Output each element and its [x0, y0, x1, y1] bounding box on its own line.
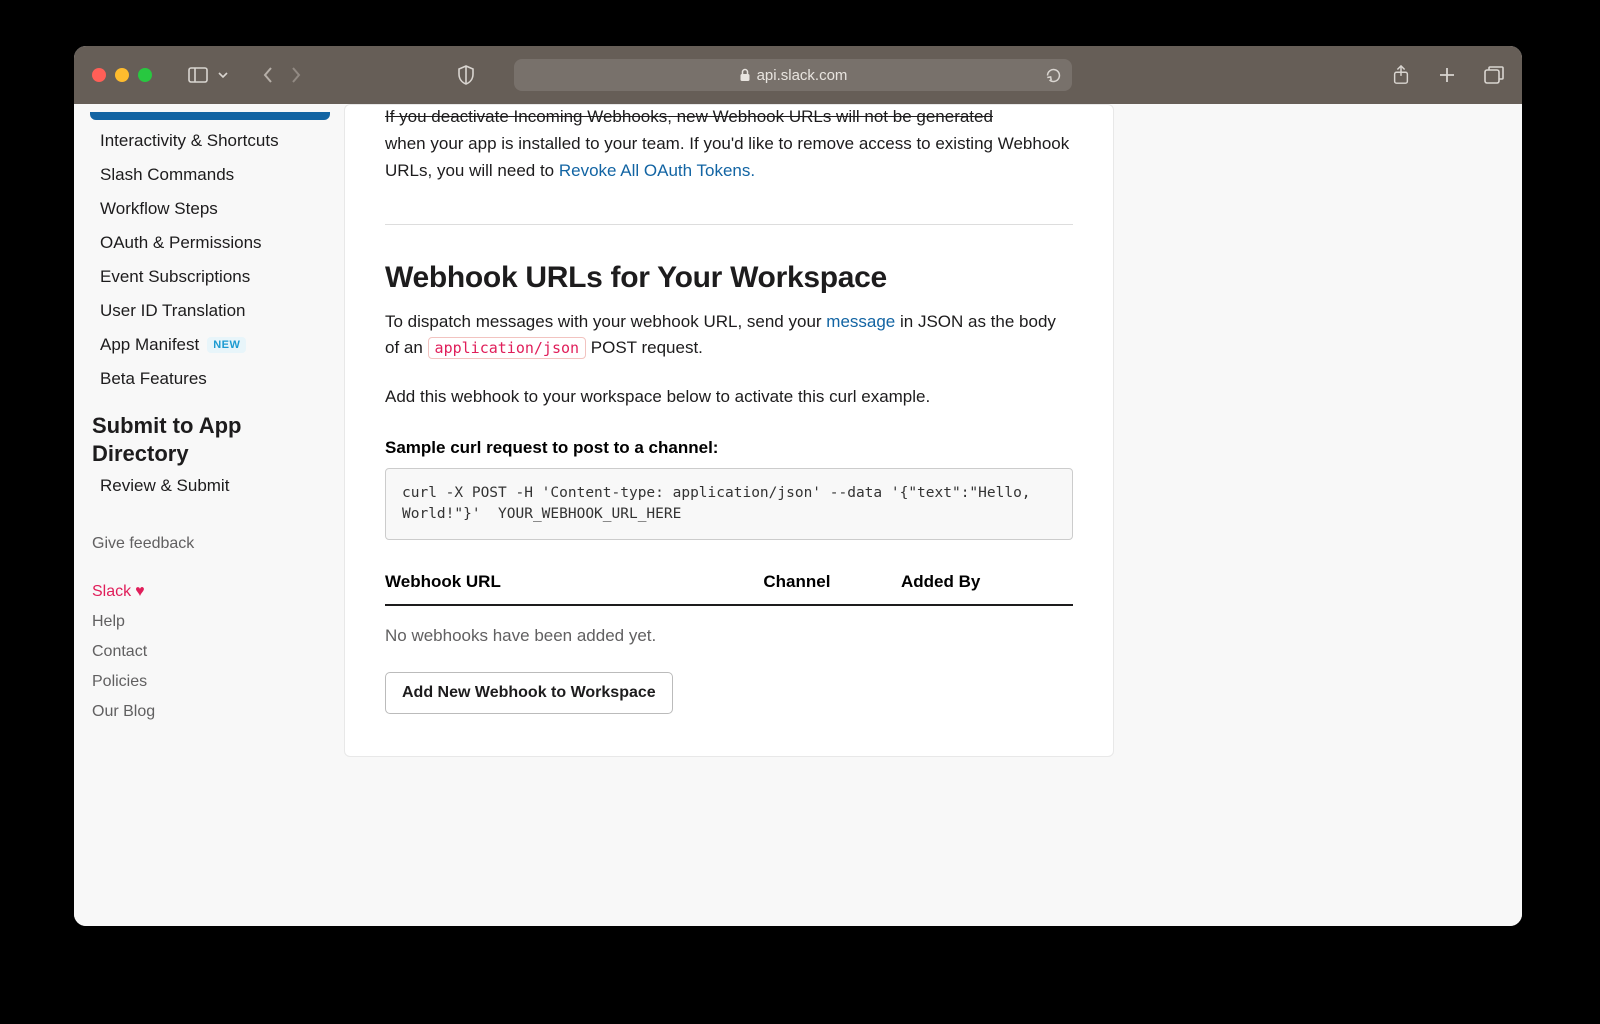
give-feedback-link[interactable]: Give feedback: [90, 531, 344, 557]
page-content: Interactivity & Shortcuts Slash Commands…: [74, 104, 1522, 926]
forward-button[interactable]: [290, 66, 302, 84]
address-bar[interactable]: api.slack.com: [514, 59, 1072, 91]
content-card: If you deactivate Incoming Webhooks, new…: [344, 104, 1114, 757]
heart-icon: ♥: [135, 583, 145, 601]
curl-code-block[interactable]: curl -X POST -H 'Content-type: applicati…: [385, 468, 1073, 540]
activate-note: Add this webhook to your workspace below…: [385, 384, 1073, 410]
col-added-by: Added By: [901, 572, 1073, 605]
policies-link[interactable]: Policies: [90, 669, 344, 695]
contact-link[interactable]: Contact: [90, 639, 344, 665]
sidebar-item-label: OAuth & Permissions: [100, 233, 262, 253]
section-heading: Webhook URLs for Your Workspace: [385, 261, 1073, 295]
sidebar-item-interactivity[interactable]: Interactivity & Shortcuts: [90, 124, 344, 158]
sidebar-item-label: Beta Features: [100, 369, 207, 389]
divider: [385, 224, 1073, 225]
sidebar-item-label: Event Subscriptions: [100, 267, 250, 287]
col-channel: Channel: [763, 572, 901, 605]
blog-link[interactable]: Our Blog: [90, 699, 344, 725]
add-webhook-button[interactable]: Add New Webhook to Workspace: [385, 672, 673, 714]
sidebar-item-event-subs[interactable]: Event Subscriptions: [90, 260, 344, 294]
sidebar-item-label: Workflow Steps: [100, 199, 218, 219]
window-controls: [92, 68, 152, 82]
minimize-window-button[interactable]: [115, 68, 129, 82]
dispatch-paragraph: To dispatch messages with your webhook U…: [385, 309, 1073, 362]
titlebar: api.slack.com: [74, 46, 1522, 104]
reload-icon[interactable]: [1045, 67, 1062, 84]
sidebar-item-label: Slash Commands: [100, 165, 234, 185]
help-link[interactable]: Help: [90, 609, 344, 635]
main-panel: If you deactivate Incoming Webhooks, new…: [344, 104, 1522, 926]
sidebar-item-oauth[interactable]: OAuth & Permissions: [90, 226, 344, 260]
selected-nav-indicator: [90, 112, 330, 120]
sidebar: Interactivity & Shortcuts Slash Commands…: [74, 104, 344, 926]
app-json-code: application/json: [428, 337, 587, 359]
fullscreen-window-button[interactable]: [138, 68, 152, 82]
sidebar-item-beta[interactable]: Beta Features: [90, 362, 344, 396]
sidebar-item-slash-commands[interactable]: Slash Commands: [90, 158, 344, 192]
sidebar-item-label: User ID Translation: [100, 301, 246, 321]
revoke-tokens-link[interactable]: Revoke All OAuth Tokens.: [559, 161, 755, 180]
sidebar-item-user-id[interactable]: User ID Translation: [90, 294, 344, 328]
sidebar-item-workflow-steps[interactable]: Workflow Steps: [90, 192, 344, 226]
new-badge: NEW: [207, 337, 246, 353]
new-tab-icon[interactable]: [1438, 66, 1456, 84]
slack-footer-link[interactable]: Slack ♥: [90, 579, 344, 605]
webhooks-table: Webhook URL Channel Added By: [385, 572, 1073, 606]
lock-icon: [739, 68, 751, 82]
browser-window: api.slack.com Interactivity & Shortcuts …: [74, 46, 1522, 926]
sidebar-item-label: Interactivity & Shortcuts: [100, 131, 279, 151]
col-webhook-url: Webhook URL: [385, 572, 763, 605]
sidebar-item-review-submit[interactable]: Review & Submit: [90, 469, 344, 503]
url-text: api.slack.com: [757, 67, 848, 84]
sample-curl-label: Sample curl request to post to a channel…: [385, 438, 1073, 458]
message-link[interactable]: message: [826, 312, 895, 331]
privacy-shield-icon[interactable]: [452, 63, 480, 87]
close-window-button[interactable]: [92, 68, 106, 82]
sidebar-item-label: Review & Submit: [100, 476, 229, 496]
share-icon[interactable]: [1392, 65, 1410, 85]
sidebar-toggle-icon[interactable]: [184, 63, 212, 87]
deactivate-note: when your app is installed to your team.…: [385, 131, 1073, 184]
back-button[interactable]: [262, 66, 274, 84]
webhooks-empty-state: No webhooks have been added yet.: [385, 606, 1073, 672]
slack-label: Slack: [92, 583, 131, 601]
chevron-down-icon[interactable]: [214, 63, 232, 87]
sidebar-section-submit: Submit to App Directory: [90, 396, 344, 469]
sidebar-item-label: App Manifest: [100, 335, 199, 355]
tab-overview-icon[interactable]: [1484, 66, 1504, 84]
sidebar-item-manifest[interactable]: App Manifest NEW: [90, 328, 344, 362]
truncated-line: If you deactivate Incoming Webhooks, new…: [385, 107, 993, 126]
